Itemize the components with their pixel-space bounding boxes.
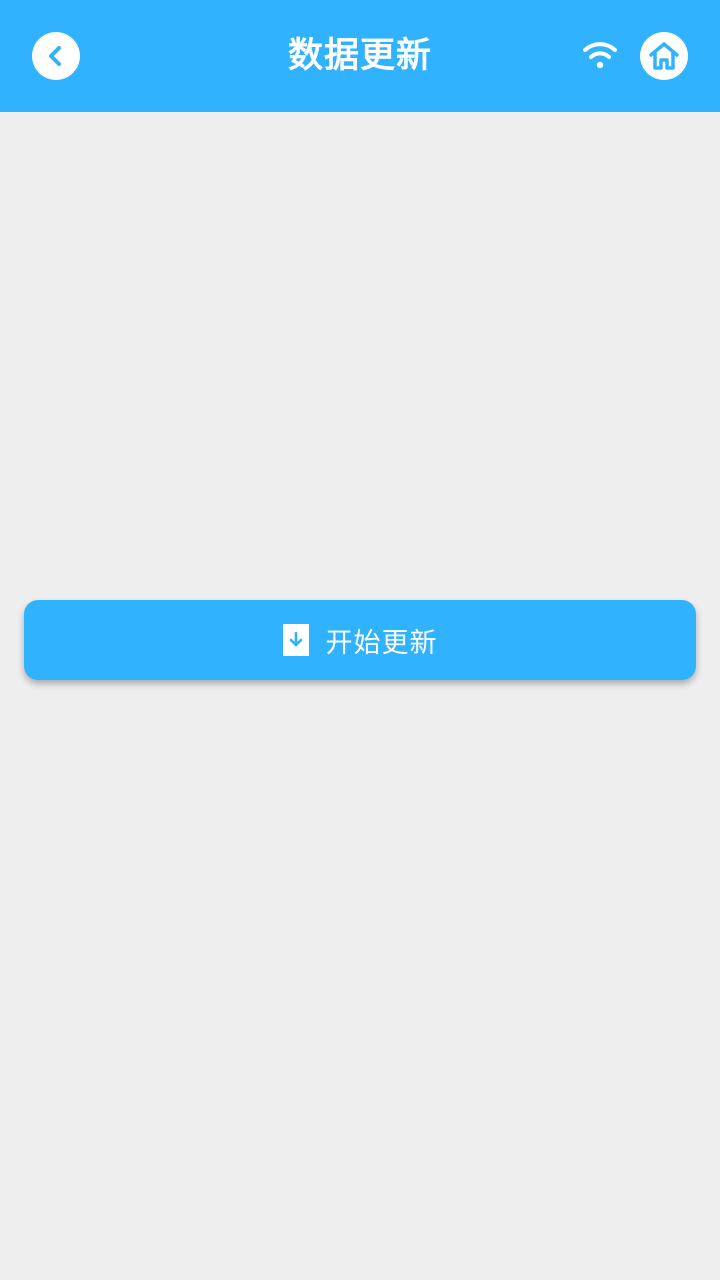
page-title: 数据更新	[287, 36, 432, 76]
start-update-button[interactable]: 开始更新	[24, 600, 696, 680]
wifi-icon	[583, 42, 617, 69]
download-icon	[282, 624, 309, 656]
home-icon	[649, 42, 679, 70]
start-update-label: 开始更新	[325, 627, 438, 659]
chevron-left-icon	[49, 46, 61, 66]
back-button[interactable]	[32, 32, 80, 80]
home-button[interactable]	[640, 32, 688, 80]
top-bar: 数据更新	[0, 0, 720, 112]
